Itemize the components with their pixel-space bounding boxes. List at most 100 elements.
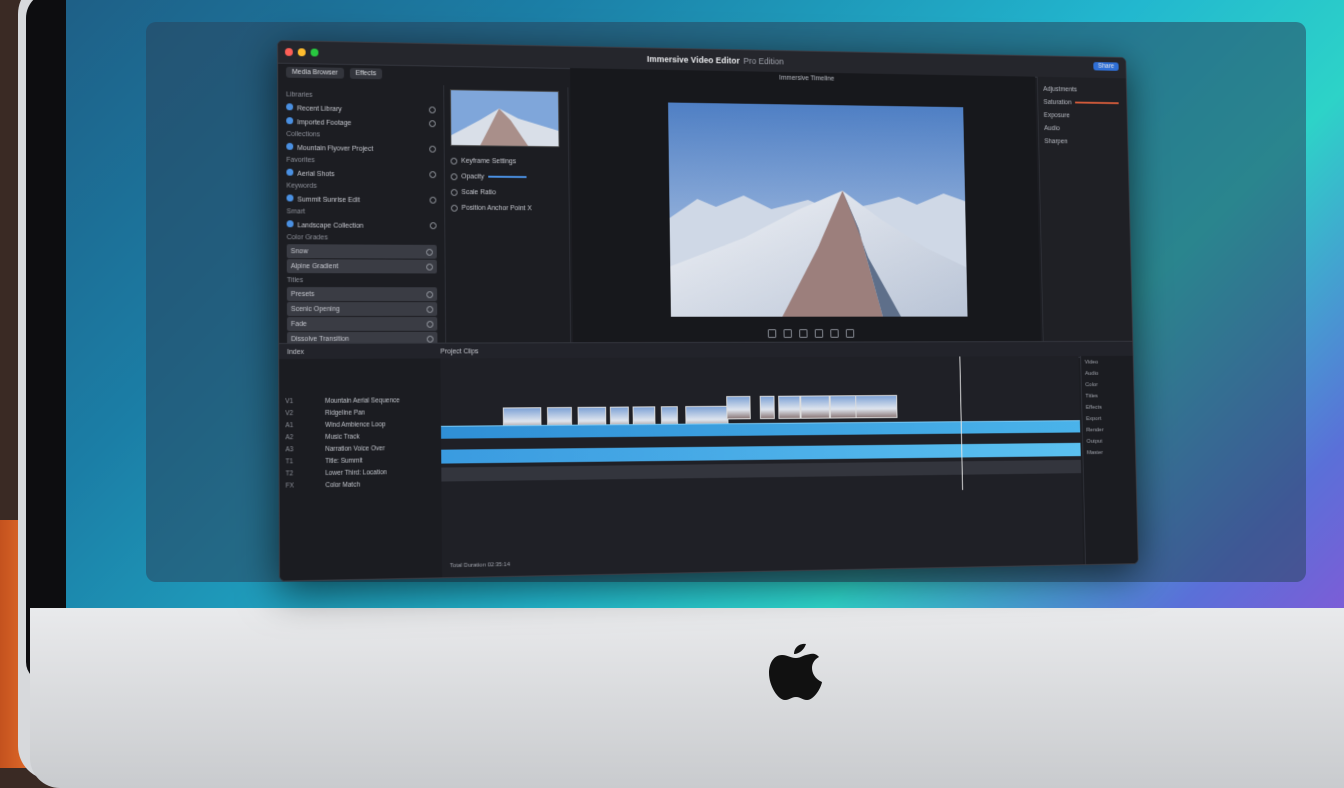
adjustments-header: Adjustments	[1043, 85, 1078, 93]
meter-label: Export	[1085, 416, 1102, 422]
saturation-slider[interactable]	[1074, 101, 1119, 105]
share-button[interactable]: Share	[1093, 62, 1119, 71]
sidebar-item-label: Presets	[290, 290, 315, 298]
toggle-icon[interactable]	[426, 290, 434, 298]
audio-label: Audio	[1044, 124, 1060, 132]
meter-label: Audio	[1084, 370, 1099, 377]
track-label: Color Match	[325, 481, 361, 489]
sidebar-item[interactable]: Fade	[286, 316, 438, 331]
meter-label: Effects	[1085, 404, 1102, 411]
mountain-preview-image	[668, 102, 968, 317]
sidebar-section-header: Titles	[287, 274, 437, 286]
sidebar-item-label: Titles	[286, 276, 304, 284]
sidebar-item[interactable]: Landscape Collection	[286, 217, 437, 232]
library-icon	[286, 193, 294, 201]
timeline-row[interactable]: FX Color Match	[280, 478, 442, 492]
toggle-icon[interactable]	[429, 196, 437, 204]
sidebar-item-label: Recent Library	[286, 102, 342, 113]
scale-label: Scale Ratio	[461, 188, 496, 196]
toggle-icon[interactable]	[428, 119, 436, 127]
library-icon	[286, 219, 294, 227]
toggle-icon[interactable]	[429, 145, 436, 153]
video-clip[interactable]	[759, 395, 775, 420]
toggle-icon[interactable]	[426, 248, 433, 256]
preview-frame[interactable]	[668, 102, 968, 317]
timeline-tracks[interactable]: Total Duration 02:35:14	[440, 356, 1084, 578]
toggle-icon[interactable]	[426, 305, 434, 313]
tab-media-browser[interactable]: Media Browser	[286, 66, 344, 79]
sidebar-item-label: Fade	[290, 320, 307, 328]
toggle-icon[interactable]	[428, 106, 436, 113]
track-id: A2	[285, 433, 294, 441]
index-label[interactable]: Index	[279, 348, 440, 355]
video-clip[interactable]	[855, 394, 898, 419]
library-sidebar: Libraries Recent Library Imported Footage C…	[278, 82, 447, 358]
track-id: A1	[285, 421, 294, 429]
sidebar-item[interactable]: Scenic Opening	[286, 302, 438, 316]
timeline-footer: Total Duration 02:35:14	[449, 562, 511, 570]
sidebar-item-label: Keywords	[286, 182, 317, 190]
meter-label: Output	[1086, 438, 1103, 445]
tab-effects[interactable]: Effects	[349, 67, 383, 79]
meter-label: Color	[1085, 382, 1098, 389]
toggle-icon[interactable]	[426, 263, 434, 271]
monitor-chin	[30, 608, 1344, 788]
clip-thumbnail[interactable]	[449, 89, 560, 148]
track-label: Music Track	[325, 433, 360, 441]
audio-meters: Video Audio Color Titles Effects Export Render…	[1080, 355, 1138, 565]
video-viewer: Immersive Timeline	[570, 68, 1041, 343]
track-label: Narration Voice Over	[325, 444, 385, 453]
project-clips-label[interactable]: Project Clips	[440, 348, 478, 355]
video-clip[interactable]	[726, 395, 751, 420]
step-forward-button[interactable]	[814, 328, 824, 338]
track-label: Ridgeline Pan	[325, 409, 366, 417]
meter-label: Video	[1084, 359, 1099, 366]
play-button[interactable]	[799, 328, 808, 338]
sidebar-item[interactable]: Presets	[286, 287, 438, 302]
step-back-button[interactable]	[783, 328, 792, 338]
toggle-icon[interactable]	[429, 221, 437, 229]
exposure-label: Exposure	[1043, 111, 1070, 119]
opacity-icon	[450, 172, 458, 180]
scale-icon	[450, 188, 458, 196]
skip-forward-button[interactable]	[830, 328, 839, 338]
sidebar-item-label: Mountain Flyover Project	[286, 142, 373, 152]
track-id: T2	[285, 469, 294, 478]
keyframe-icon	[450, 157, 458, 165]
sidebar-item[interactable]: Aerial Shots	[286, 166, 437, 181]
video-clip[interactable]	[829, 395, 858, 419]
toggle-icon[interactable]	[426, 335, 434, 343]
skip-back-button[interactable]	[767, 328, 777, 338]
library-icon	[286, 102, 294, 110]
sidebar-item-label: Aerial Shots	[286, 168, 335, 178]
toggle-icon[interactable]	[426, 320, 434, 328]
opacity-slider[interactable]	[487, 175, 527, 179]
sidebar-item-label: Snow	[290, 247, 309, 255]
timeline-index: V1 Mountain Aerial Sequence V2 Ridgeline Pa…	[279, 358, 444, 581]
transport-controls	[573, 326, 1041, 340]
library-icon	[286, 116, 294, 124]
opacity-label: Opacity	[461, 172, 485, 181]
sidebar-item-label: Collections	[286, 130, 321, 138]
track-id: V1	[285, 397, 294, 405]
video-clip[interactable]	[800, 395, 831, 419]
sidebar-item[interactable]: Snow	[286, 244, 437, 259]
video-clip[interactable]	[778, 395, 801, 419]
sidebar-item[interactable]: Alpine Gradient	[286, 259, 437, 274]
loop-button[interactable]	[845, 328, 855, 338]
meter-label: Render	[1086, 427, 1104, 434]
track-label: Wind Ambience Loop	[325, 420, 386, 429]
sidebar-item-label: Favorites	[286, 156, 315, 164]
empty-track[interactable]	[441, 459, 1082, 482]
toggle-icon[interactable]	[429, 170, 437, 178]
library-icon	[286, 142, 294, 150]
video-editor-window: Immersive Video Editor Pro Edition Share …	[277, 39, 1139, 582]
sidebar-item-label: Smart	[286, 207, 306, 215]
sidebar-item-label: Landscape Collection	[286, 219, 363, 229]
sidebar-item[interactable]: Summit Sunrise Edit	[286, 191, 437, 206]
track-id: A3	[285, 445, 294, 453]
mountain-thumbnail-icon	[450, 90, 559, 147]
position-label: Position Anchor Point X	[461, 204, 532, 212]
sidebar-item-label: Color Grades	[286, 233, 328, 241]
window-subtitle: Pro Edition	[743, 56, 784, 67]
